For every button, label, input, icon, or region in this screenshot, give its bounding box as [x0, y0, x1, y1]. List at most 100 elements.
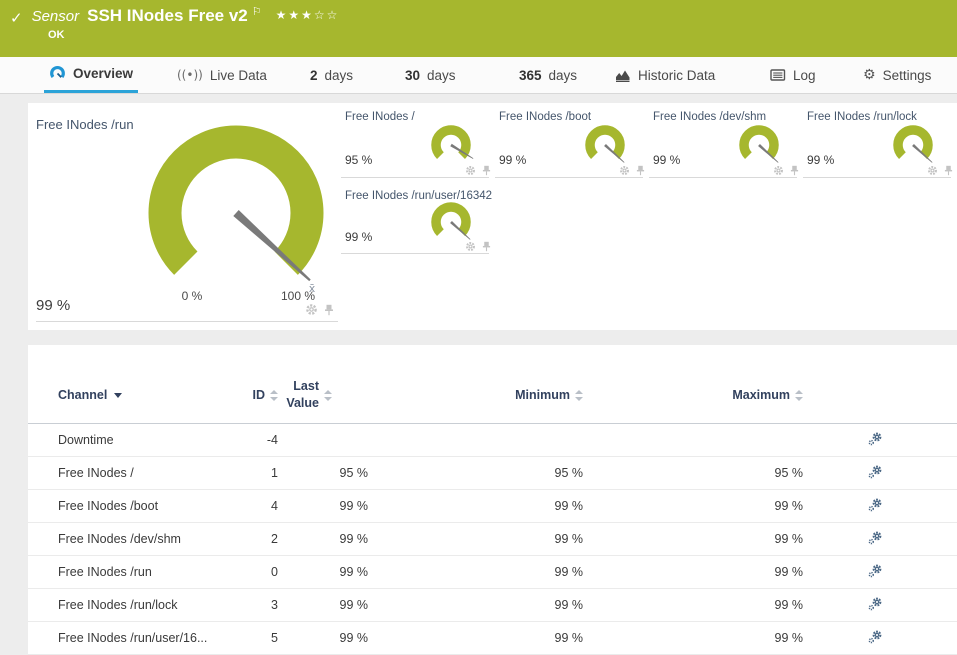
- table-row[interactable]: Free INodes / 1 95 % 95 % 95 %: [28, 457, 957, 490]
- pin-icon[interactable]: [482, 163, 491, 181]
- gauge-value: 95 %: [345, 153, 373, 167]
- broadcast-icon: ((•)): [177, 68, 203, 82]
- channel-name: Free INodes /dev/shm: [58, 532, 181, 546]
- tab-30-days[interactable]: 30 days: [400, 57, 461, 93]
- object-kind-label: Sensor: [31, 8, 80, 25]
- table-row[interactable]: Free INodes /run 0 99 % 99 % 99 %: [28, 556, 957, 589]
- tile-divider: [341, 253, 489, 254]
- pin-icon[interactable]: [944, 163, 953, 181]
- area-chart-icon: [615, 68, 631, 83]
- channel-settings-icon[interactable]: [867, 629, 883, 648]
- gauges-panel: Free INodes /run x̄ 0 % 100 % 99 % Free …: [28, 103, 957, 330]
- tab-log[interactable]: Log: [765, 57, 821, 93]
- gauge-tile-free-inodes-run-lock[interactable]: Free INodes /run/lock 99 %: [803, 103, 955, 181]
- tab-overview-label: Overview: [73, 66, 134, 81]
- column-header-id[interactable]: ID: [248, 388, 278, 402]
- gauge-tile-free-inodes-dev-shm[interactable]: Free INodes /dev/shm 99 %: [649, 103, 801, 181]
- gauge-value: 99 %: [499, 153, 527, 167]
- column-header-channel[interactable]: Channel: [58, 388, 248, 402]
- column-header-channel-label: Channel: [58, 388, 108, 402]
- status-check-icon: ✓: [10, 10, 23, 27]
- gauge-tile-free-inodes-boot[interactable]: Free INodes /boot 99 %: [495, 103, 647, 181]
- pin-icon[interactable]: [790, 163, 799, 181]
- channel-maximum: 95 %: [774, 466, 804, 480]
- table-row[interactable]: Free INodes /run/user/16... 5 99 % 99 % …: [28, 622, 957, 655]
- sort-icon: [270, 389, 278, 401]
- column-header-minimum[interactable]: Minimum: [368, 388, 583, 402]
- tab-365-days[interactable]: 365 days: [514, 57, 582, 93]
- gauge-title: Free INodes /run/lock: [807, 111, 917, 123]
- column-header-id-label: ID: [252, 388, 266, 402]
- gauge-settings-icon[interactable]: [465, 163, 476, 181]
- tab-2-days[interactable]: 2 days: [305, 57, 358, 93]
- column-header-last-value[interactable]: Last Value: [278, 378, 368, 412]
- channel-settings-icon[interactable]: [867, 530, 883, 549]
- channel-id: 2: [271, 532, 278, 546]
- sort-caret-icon: [114, 392, 123, 398]
- sensor-status-bar: ✓ Sensor SSH INodes Free v2 ⚐ ★★★☆☆ OK: [0, 0, 957, 57]
- pin-icon[interactable]: [636, 163, 645, 181]
- pin-icon[interactable]: [324, 303, 334, 321]
- column-header-maximum[interactable]: Maximum: [583, 388, 803, 402]
- gauge-settings-icon[interactable]: [465, 239, 476, 257]
- table-row[interactable]: Free INodes /dev/shm 2 99 % 99 % 99 %: [28, 523, 957, 556]
- gauge-settings-icon[interactable]: [927, 163, 938, 181]
- gauge-scale-max: 100 %: [280, 289, 316, 303]
- star-rating[interactable]: ★★★☆☆: [276, 8, 340, 22]
- gauge-title: Free INodes /dev/shm: [653, 111, 767, 123]
- gauge-icon: [49, 65, 66, 82]
- channel-name: Free INodes /run/lock: [58, 598, 178, 612]
- sort-icon: [324, 389, 368, 401]
- tab-2-days-number: 2: [310, 67, 318, 83]
- gauge-title: Free INodes /run: [36, 117, 134, 132]
- channel-minimum: 99 %: [554, 499, 584, 513]
- channel-name: Free INodes /: [58, 466, 134, 480]
- channel-last-value: 95 %: [339, 466, 369, 480]
- channel-last-value: 99 %: [339, 499, 369, 513]
- channel-settings-icon[interactable]: [867, 596, 883, 615]
- channels-table: Channel ID Last Value Minimum Maximum Do…: [28, 345, 957, 655]
- channel-settings-icon[interactable]: [867, 563, 883, 582]
- tab-365-days-label: days: [548, 67, 578, 83]
- tab-30-days-label: days: [427, 67, 456, 83]
- gauge-tile-free-inodes-run-user[interactable]: Free INodes /run/user/16342... 99 %: [341, 187, 493, 257]
- sort-icon: [795, 389, 803, 401]
- channel-settings-icon[interactable]: [867, 497, 883, 516]
- gauge-settings-icon[interactable]: [305, 303, 318, 321]
- channel-minimum: 99 %: [554, 532, 584, 546]
- tab-settings[interactable]: ⚙ Settings: [858, 57, 936, 93]
- table-row[interactable]: Free INodes /run/lock 3 99 % 99 % 99 %: [28, 589, 957, 622]
- channel-name: Free INodes /run: [58, 565, 152, 579]
- channel-settings-icon[interactable]: [867, 464, 883, 483]
- tab-overview[interactable]: Overview: [44, 57, 139, 93]
- main-gauge: x̄: [148, 125, 324, 295]
- log-list-icon: [770, 68, 786, 82]
- column-header-last-value-label: Last Value: [286, 379, 319, 410]
- tab-historic-data[interactable]: Historic Data: [610, 57, 720, 93]
- table-row[interactable]: Free INodes /boot 4 99 % 99 % 99 %: [28, 490, 957, 523]
- pin-icon[interactable]: [482, 239, 491, 257]
- channel-last-value: 99 %: [339, 532, 369, 546]
- tab-live-data[interactable]: ((•)) Live Data: [172, 57, 272, 93]
- channel-maximum: 99 %: [774, 598, 804, 612]
- channel-settings-icon[interactable]: [867, 431, 883, 450]
- channel-id: -4: [266, 433, 278, 447]
- tab-2-days-label: days: [324, 67, 354, 83]
- channel-last-value: 99 %: [339, 631, 369, 645]
- gauge-tile-free-inodes-root[interactable]: Free INodes / 95 %: [341, 103, 493, 181]
- channel-last-value: 99 %: [339, 565, 369, 579]
- flag-icon[interactable]: ⚐: [252, 5, 262, 18]
- tab-live-data-label: Live Data: [209, 67, 267, 83]
- status-badge: OK: [48, 29, 65, 41]
- gauge-value: 99 %: [807, 153, 835, 167]
- table-header-row: Channel ID Last Value Minimum Maximum: [28, 345, 957, 424]
- gauge-settings-icon[interactable]: [619, 163, 630, 181]
- tab-log-label: Log: [793, 67, 816, 83]
- tab-30-days-number: 30: [405, 67, 421, 83]
- channel-id: 5: [271, 631, 278, 645]
- channel-id: 0: [271, 565, 278, 579]
- gauge-tile-free-inodes-run[interactable]: Free INodes /run x̄ 0 % 100 % 99 %: [36, 103, 338, 325]
- gauge-settings-icon[interactable]: [773, 163, 784, 181]
- table-row[interactable]: Downtime -4: [28, 424, 957, 457]
- channel-name: Free INodes /boot: [58, 499, 159, 513]
